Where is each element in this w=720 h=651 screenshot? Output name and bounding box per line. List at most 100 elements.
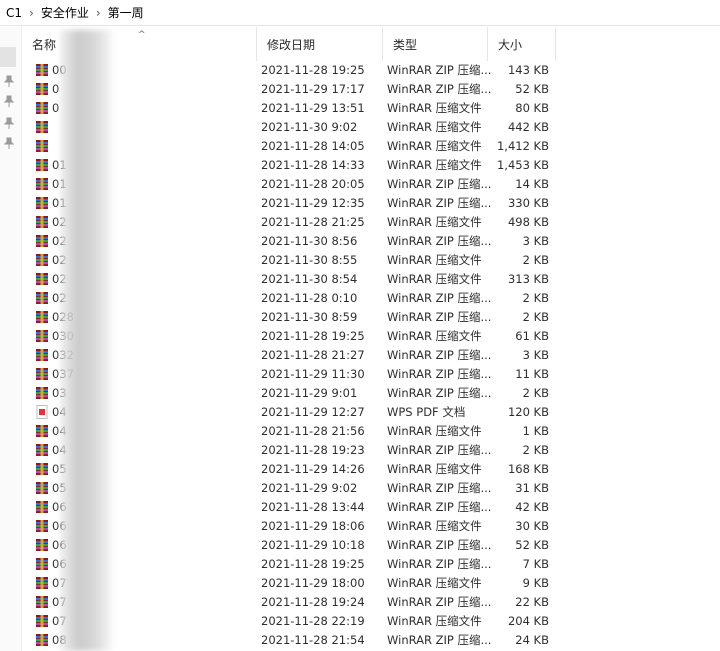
file-type: WinRAR ZIP 压缩... xyxy=(387,348,492,362)
file-row[interactable]: 0372021-11-29 11:30WinRAR ZIP 压缩...11 KB xyxy=(22,365,720,384)
file-type: WinRAR ZIP 压缩... xyxy=(387,367,492,381)
file-size: 31 KB xyxy=(515,481,549,495)
file-row[interactable]: 062021-11-29 18:06WinRAR 压缩文件30 KB xyxy=(22,517,720,536)
breadcrumb: C1 › 安全作业 › 第一周 xyxy=(0,0,720,26)
file-row[interactable]: 022021-11-30 8:56WinRAR ZIP 压缩...3 KB xyxy=(22,232,720,251)
file-row[interactable]: 072021-11-28 22:19WinRAR 压缩文件204 KB xyxy=(22,612,720,631)
file-type: WinRAR 压缩文件 xyxy=(387,424,482,438)
file-list: 0 0 2021-11-28 19:25 WinRAR ZIP 压缩... 143 KB… xyxy=(22,61,720,650)
column-header-name[interactable]: 名称 xyxy=(22,27,257,61)
file-row[interactable]: 012021-11-29 12:35WinRAR ZIP 压缩...330 KB xyxy=(22,194,720,213)
file-size: 498 KB xyxy=(507,215,549,229)
rar-archive-icon xyxy=(36,444,48,456)
breadcrumb-item-root[interactable]: C1 xyxy=(0,6,26,20)
file-row[interactable]: 002021-11-28 19:25WinRAR ZIP 压缩...143 KB xyxy=(22,61,720,80)
file-type: WinRAR 压缩文件 xyxy=(387,215,482,229)
file-row[interactable]: 022021-11-30 8:54WinRAR 压缩文件313 KB xyxy=(22,270,720,289)
file-modified-date: 2021-11-29 18:06 xyxy=(261,519,365,533)
file-row[interactable]: 082021-11-28 21:54WinRAR ZIP 压缩...24 KB xyxy=(22,631,720,650)
redaction-blur xyxy=(60,30,112,651)
file-modified-date: 2021-11-29 10:18 xyxy=(261,538,365,552)
rar-archive-icon xyxy=(36,102,48,114)
file-row[interactable]: 2021-11-28 14:05 WinRAR 压缩文件 1,412 KB xyxy=(22,137,720,156)
file-row[interactable]: 072021-11-29 18:00WinRAR 压缩文件9 KB xyxy=(22,574,720,593)
rar-archive-icon xyxy=(36,159,48,171)
file-size: 120 KB xyxy=(507,405,549,419)
rar-archive-icon xyxy=(36,197,48,209)
rar-archive-icon xyxy=(36,482,48,494)
file-type: WinRAR ZIP 压缩... xyxy=(387,633,492,647)
file-type: WinRAR 压缩文件 xyxy=(387,101,482,115)
file-row[interactable]: 042021-11-28 19:23WinRAR ZIP 压缩...2 KB xyxy=(22,441,720,460)
rar-archive-icon xyxy=(36,368,48,380)
file-row[interactable]: 032021-11-29 9:01WinRAR ZIP 压缩...2 KB xyxy=(22,384,720,403)
file-size: 313 KB xyxy=(507,272,549,286)
file-type: WinRAR 压缩文件 xyxy=(387,272,482,286)
file-row[interactable]: 052021-11-29 14:26WinRAR 压缩文件168 KB xyxy=(22,460,720,479)
file-type: WinRAR ZIP 压缩... xyxy=(387,177,492,191)
file-type: WinRAR ZIP 压缩... xyxy=(387,481,492,495)
nav-selected-item[interactable] xyxy=(0,47,16,67)
file-row[interactable]: 0282021-11-30 8:59WinRAR ZIP 压缩...2 KB xyxy=(22,308,720,327)
file-type: WinRAR ZIP 压缩... xyxy=(387,310,492,324)
navigation-pane[interactable] xyxy=(0,27,22,651)
file-row[interactable]: 062021-11-29 10:18WinRAR ZIP 压缩...52 KB xyxy=(22,536,720,555)
file-modified-date: 2021-11-28 21:54 xyxy=(261,633,365,647)
file-row[interactable]: 0322021-11-28 21:27WinRAR ZIP 压缩...3 KB xyxy=(22,346,720,365)
column-header-type[interactable]: 类型 xyxy=(383,27,488,61)
file-size: 3 KB xyxy=(522,234,549,248)
file-modified-date: 2021-11-28 19:23 xyxy=(261,443,365,457)
file-modified-date: 2021-11-28 13:44 xyxy=(261,500,365,514)
file-row[interactable]: 0302021-11-28 19:25WinRAR 压缩文件61 KB xyxy=(22,327,720,346)
file-row[interactable]: 0 2021-11-29 13:51 WinRAR 压缩文件 80 KB xyxy=(22,99,720,118)
file-name: 0 xyxy=(52,82,60,96)
breadcrumb-item-folder[interactable]: 安全作业 xyxy=(37,4,93,21)
file-row[interactable]: 2021-11-30 9:02 WinRAR 压缩文件 442 KB xyxy=(22,118,720,137)
file-modified-date: 2021-11-29 9:01 xyxy=(261,386,358,400)
file-row[interactable]: 022021-11-28 21:25WinRAR 压缩文件498 KB xyxy=(22,213,720,232)
file-modified-date: 2021-11-30 8:54 xyxy=(261,272,358,286)
file-size: 80 KB xyxy=(515,101,549,115)
file-row[interactable]: 072021-11-28 19:24WinRAR ZIP 压缩...22 KB xyxy=(22,593,720,612)
file-type: WinRAR ZIP 压缩... xyxy=(387,557,492,571)
file-size: 61 KB xyxy=(515,329,549,343)
file-type: WinRAR ZIP 压缩... xyxy=(387,82,492,96)
file-row[interactable]: 042021-11-29 12:27WPS PDF 文档120 KB xyxy=(22,403,720,422)
rar-archive-icon xyxy=(36,463,48,475)
file-row[interactable]: 022021-11-28 0:10WinRAR ZIP 压缩...2 KB xyxy=(22,289,720,308)
rar-archive-icon xyxy=(36,558,48,570)
file-type: WinRAR ZIP 压缩... xyxy=(387,500,492,514)
file-size: 330 KB xyxy=(507,196,549,210)
file-modified-date: 2021-11-28 14:33 xyxy=(261,158,365,172)
file-modified-date: 2021-11-28 22:19 xyxy=(261,614,365,628)
file-row[interactable]: 052021-11-29 9:02WinRAR ZIP 压缩...31 KB xyxy=(22,479,720,498)
file-modified-date: 2021-11-28 19:24 xyxy=(261,595,365,609)
file-type: WinRAR 压缩文件 xyxy=(387,158,482,172)
file-row[interactable]: 022021-11-30 8:55WinRAR 压缩文件2 KB xyxy=(22,251,720,270)
rar-archive-icon xyxy=(36,349,48,361)
file-row[interactable]: 0 2021-11-29 17:17 WinRAR ZIP 压缩... 52 KB xyxy=(22,80,720,99)
file-size: 2 KB xyxy=(522,386,549,400)
file-size: 14 KB xyxy=(515,177,549,191)
file-row[interactable]: 012021-11-28 14:33WinRAR 压缩文件1,453 KB xyxy=(22,156,720,175)
file-type: WinRAR 压缩文件 xyxy=(387,614,482,628)
file-type: WinRAR ZIP 压缩... xyxy=(387,443,492,457)
file-row[interactable]: 042021-11-28 21:56WinRAR 压缩文件1 KB xyxy=(22,422,720,441)
rar-archive-icon xyxy=(36,235,48,247)
file-row[interactable]: 062021-11-28 19:25WinRAR ZIP 压缩...7 KB xyxy=(22,555,720,574)
file-modified-date: 2021-11-29 13:51 xyxy=(261,101,365,115)
breadcrumb-item-current[interactable]: 第一周 xyxy=(104,4,148,21)
file-row[interactable]: 012021-11-28 20:05WinRAR ZIP 压缩...14 KB xyxy=(22,175,720,194)
column-header-size[interactable]: 大小 xyxy=(488,27,556,61)
rar-archive-icon xyxy=(36,178,48,190)
file-type: WPS PDF 文档 xyxy=(387,405,466,419)
rar-archive-icon xyxy=(36,634,48,646)
file-modified-date: 2021-11-30 8:56 xyxy=(261,234,358,248)
rar-archive-icon xyxy=(36,425,48,437)
column-header-date[interactable]: 修改日期 xyxy=(257,27,383,61)
chevron-right-icon: › xyxy=(29,5,34,20)
rar-archive-icon xyxy=(36,292,48,304)
file-row[interactable]: 062021-11-28 13:44WinRAR ZIP 压缩...42 KB xyxy=(22,498,720,517)
file-size: 143 KB xyxy=(507,63,549,77)
file-type: WinRAR 压缩文件 xyxy=(387,139,482,153)
